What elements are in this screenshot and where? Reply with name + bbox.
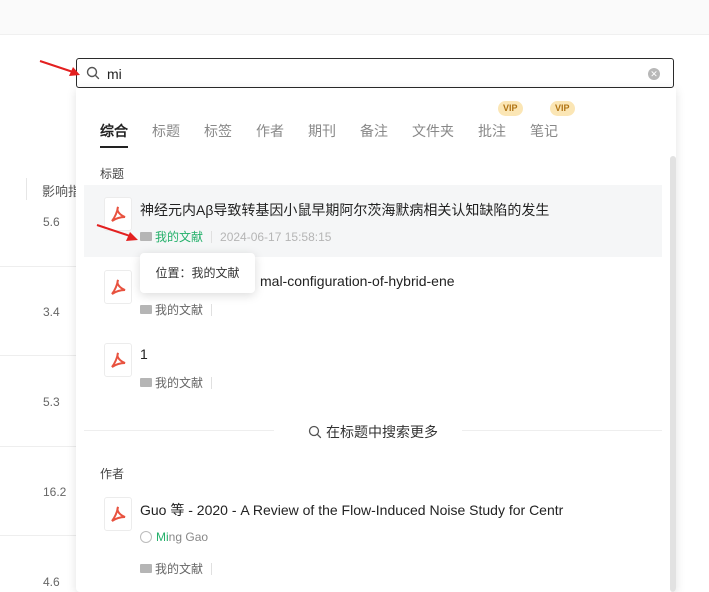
result-location-link[interactable]: 我的文献 bbox=[155, 560, 203, 577]
vip-badge: VIP bbox=[550, 101, 575, 116]
result-meta: 我的文献 2024-06-17 15:58:15 bbox=[140, 228, 331, 245]
row-divider bbox=[0, 355, 76, 356]
top-bar bbox=[0, 0, 709, 35]
impact-factor-value: 16.2 bbox=[43, 485, 67, 499]
location-tooltip: 位置：我的文献 bbox=[140, 253, 255, 293]
divider bbox=[211, 376, 213, 389]
impact-factor-value: 3.4 bbox=[43, 305, 60, 319]
annotation-arrow-icon bbox=[39, 60, 80, 76]
clear-search-icon[interactable]: ✕ bbox=[648, 68, 660, 80]
result-location-link[interactable]: 我的文献 bbox=[155, 228, 203, 245]
avatar-icon bbox=[140, 531, 152, 543]
tab-all[interactable]: 综合 bbox=[100, 121, 128, 141]
pdf-file-icon bbox=[104, 270, 132, 304]
scrollbar[interactable] bbox=[670, 156, 676, 592]
result-meta: 我的文献 bbox=[140, 560, 220, 577]
search-more-label: 在标题中搜索更多 bbox=[326, 424, 438, 440]
author-match-highlight: Mi bbox=[156, 530, 169, 544]
tab-author[interactable]: 作者 bbox=[256, 121, 284, 141]
tab-notes-remark[interactable]: 备注 bbox=[360, 121, 388, 141]
tab-title[interactable]: 标题 bbox=[152, 121, 180, 141]
annotation-arrow-icon bbox=[96, 224, 138, 241]
impact-factor-value: 5.6 bbox=[43, 215, 60, 229]
divider bbox=[84, 430, 274, 431]
result-title: mal-configuration-of-hybrid-ene bbox=[260, 273, 455, 289]
active-tab-indicator bbox=[100, 146, 128, 148]
impact-factor-value: 5.3 bbox=[43, 395, 60, 409]
row-divider bbox=[0, 535, 76, 536]
result-item[interactable]: Guo 等 - 2020 - A Review of the Flow-Indu… bbox=[84, 485, 662, 585]
result-title: 1 bbox=[140, 346, 148, 362]
search-more-row[interactable]: 在标题中搜索更多 bbox=[76, 418, 676, 442]
vip-badge: VIP bbox=[498, 101, 523, 116]
section-title-label: 标题 bbox=[100, 167, 125, 181]
result-location-link[interactable]: 我的文献 bbox=[155, 374, 203, 391]
folder-icon bbox=[140, 378, 152, 387]
tab-annotations[interactable]: 批注 bbox=[478, 121, 506, 141]
folder-icon bbox=[140, 232, 152, 241]
pdf-file-icon bbox=[104, 343, 132, 377]
result-meta: 我的文献 bbox=[140, 301, 220, 318]
row-divider bbox=[0, 446, 76, 447]
search-input[interactable] bbox=[105, 63, 649, 85]
result-item[interactable]: 1 我的文献 bbox=[84, 331, 662, 403]
column-divider bbox=[26, 178, 27, 200]
search-icon bbox=[308, 425, 322, 439]
result-tabs: 综合 标题 标签 作者 期刊 备注 文件夹 批注 VIP 笔记 VIP bbox=[76, 88, 676, 148]
author-name-rest: ng Gao bbox=[168, 530, 209, 544]
tab-tags[interactable]: 标签 bbox=[204, 121, 232, 141]
divider bbox=[211, 562, 213, 575]
row-divider bbox=[0, 266, 76, 267]
result-timestamp: 2024-06-17 15:58:15 bbox=[220, 229, 332, 244]
divider bbox=[462, 430, 662, 431]
impact-factor-header: 影响指 bbox=[42, 184, 76, 199]
result-title: 神经元内Aβ导致转基因小鼠早期阿尔茨海默病相关认知缺陷的发生 bbox=[140, 202, 550, 218]
search-icon bbox=[86, 66, 100, 80]
search-results-dropdown: 综合 标题 标签 作者 期刊 备注 文件夹 批注 VIP 笔记 VIP 标题 神… bbox=[76, 88, 676, 592]
search-box[interactable]: ✕ bbox=[76, 58, 674, 88]
impact-factor-value: 4.6 bbox=[43, 575, 60, 589]
result-item[interactable]: 神经元内Aβ导致转基因小鼠早期阿尔茨海默病相关认知缺陷的发生 我的文献 2024… bbox=[84, 185, 662, 257]
divider bbox=[211, 303, 213, 316]
folder-icon bbox=[140, 305, 152, 314]
section-author-label: 作者 bbox=[100, 467, 125, 481]
tab-folder[interactable]: 文件夹 bbox=[412, 121, 454, 141]
result-title: Guo 等 - 2020 - A Review of the Flow-Indu… bbox=[140, 502, 564, 518]
divider bbox=[211, 230, 213, 243]
result-meta: 我的文献 bbox=[140, 374, 220, 391]
result-location-link[interactable]: 我的文献 bbox=[155, 301, 203, 318]
search-more-button[interactable]: 在标题中搜索更多 bbox=[308, 422, 438, 442]
tab-journal[interactable]: 期刊 bbox=[308, 121, 336, 141]
result-author: Mi ng Gao bbox=[140, 530, 208, 544]
folder-icon bbox=[140, 564, 152, 573]
pdf-file-icon bbox=[104, 497, 132, 531]
tab-notes[interactable]: 笔记 bbox=[530, 121, 558, 141]
